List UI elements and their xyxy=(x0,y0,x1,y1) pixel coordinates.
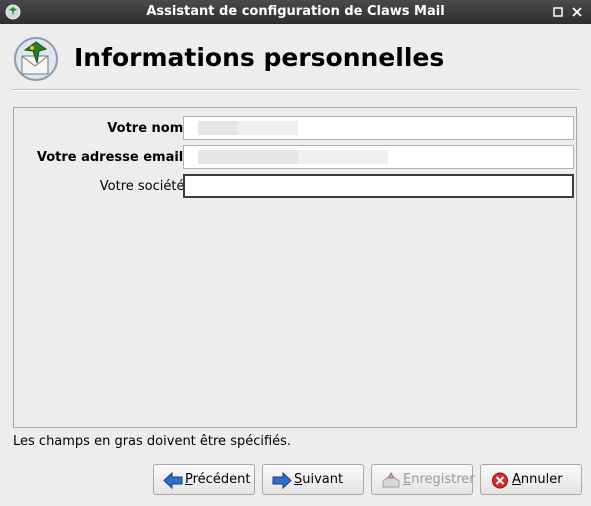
save-icon xyxy=(382,472,400,488)
next-label: Suivant xyxy=(294,472,343,487)
wizard-header: Informations personnelles xyxy=(0,24,591,90)
previous-button[interactable]: Précédent xyxy=(153,464,255,495)
company-row: Votre société : xyxy=(14,174,578,200)
form-panel: Votre nom : Votre adresse email : Votre … xyxy=(13,107,577,428)
redacted-text xyxy=(298,150,388,164)
window-title: Assistant de configuration de Claws Mail xyxy=(146,4,445,19)
wizard-window: Assistant de configuration de Claws Mail… xyxy=(0,0,591,506)
next-button[interactable]: Suivant xyxy=(262,464,364,495)
claws-mail-logo-icon xyxy=(14,37,58,81)
name-label: Votre nom : xyxy=(107,121,193,136)
title-bar[interactable]: Assistant de configuration de Claws Mail xyxy=(0,0,591,24)
maximize-button[interactable] xyxy=(550,4,566,20)
redacted-text xyxy=(198,150,298,164)
redacted-text xyxy=(198,121,238,135)
previous-label-rest: récédent xyxy=(192,472,251,487)
name-field[interactable] xyxy=(183,116,574,140)
previous-label: Précédent xyxy=(185,472,250,487)
save-label: Enregistrer xyxy=(403,472,475,487)
previous-mnemonic: P xyxy=(185,472,193,487)
save-button[interactable]: Enregistrer xyxy=(371,464,475,495)
cancel-label: Annuler xyxy=(512,472,563,487)
arrow-right-icon xyxy=(272,472,292,489)
name-row: Votre nom : xyxy=(14,116,578,142)
cancel-button[interactable]: Annuler xyxy=(480,464,582,495)
company-field[interactable] xyxy=(183,174,574,198)
required-note: Les champs en gras doivent être spécifié… xyxy=(13,434,292,449)
arrow-left-icon xyxy=(163,472,183,489)
save-label-rest: nregistrer xyxy=(411,472,475,487)
close-window-button[interactable] xyxy=(569,4,585,20)
email-field[interactable] xyxy=(183,145,574,169)
redacted-text xyxy=(238,121,298,135)
header-separator xyxy=(12,89,579,91)
close-icon xyxy=(572,7,582,17)
next-label-rest: uivant xyxy=(302,472,344,487)
company-label: Votre société : xyxy=(99,179,193,194)
cancel-label-rest: nnuler xyxy=(520,472,563,487)
page-title: Informations personnelles xyxy=(74,43,445,72)
email-row: Votre adresse email : xyxy=(14,145,578,171)
save-mnemonic: E xyxy=(403,472,412,487)
cancel-mnemonic: A xyxy=(512,472,521,487)
cancel-icon xyxy=(492,472,508,489)
maximize-icon xyxy=(553,7,563,17)
email-label: Votre adresse email : xyxy=(36,150,193,165)
